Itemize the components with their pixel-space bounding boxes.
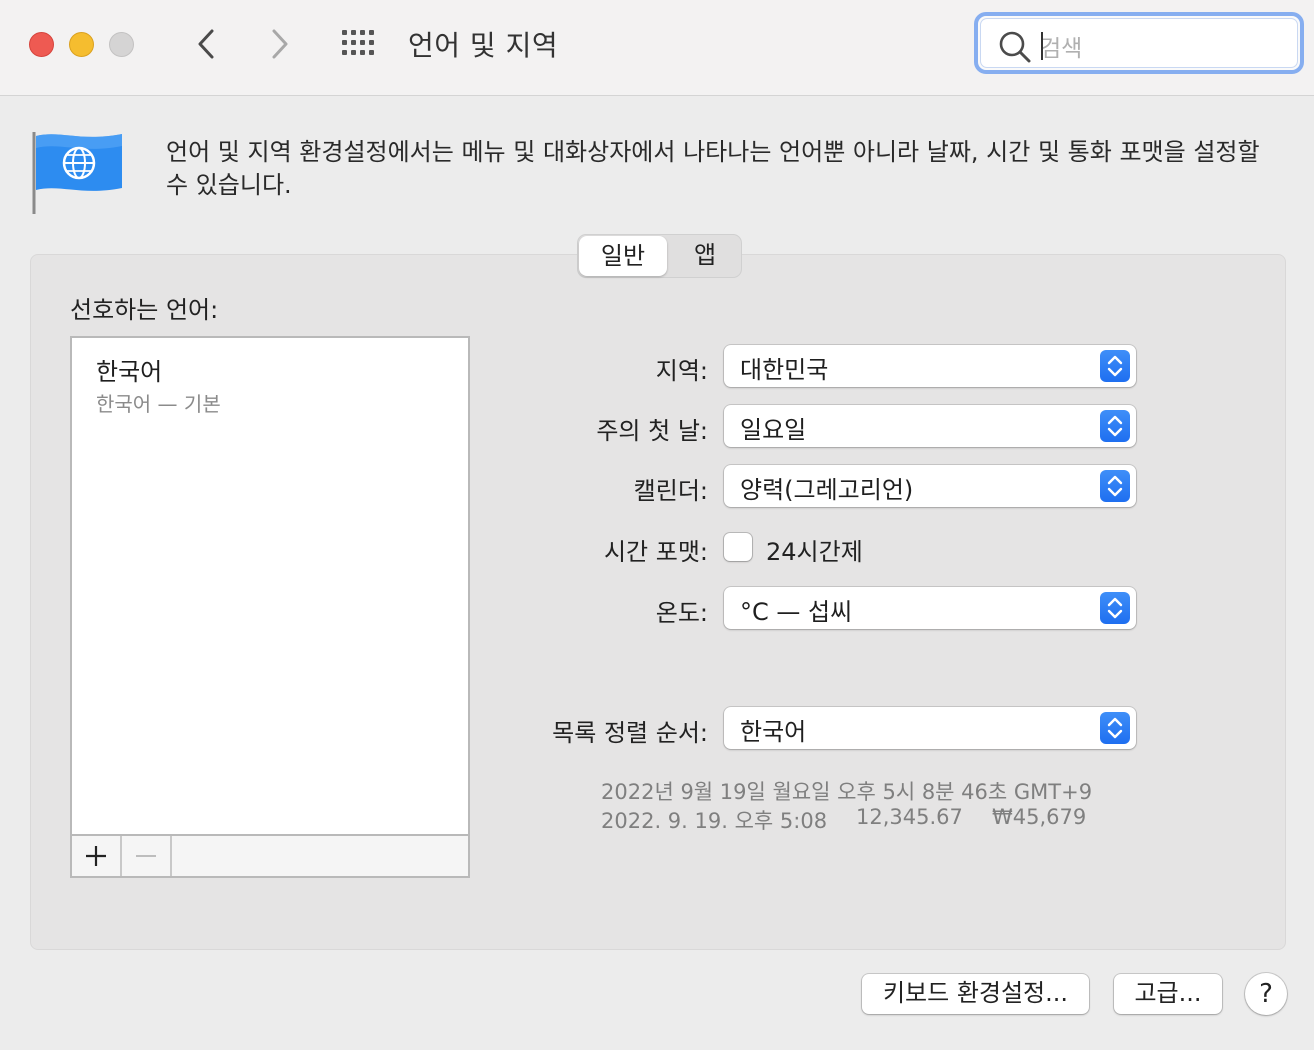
tab-bar: 일반 앱: [577, 234, 742, 278]
region-value: 대한민국: [740, 356, 829, 384]
chevron-left-icon: [198, 29, 214, 59]
forward-button[interactable]: [260, 22, 300, 66]
add-language-button[interactable]: [72, 836, 122, 876]
region-popup[interactable]: 대한민국: [724, 345, 1136, 387]
chevron-right-icon: [272, 29, 288, 59]
sample-short-date: 2022. 9. 19. 오후 5:08: [601, 809, 828, 833]
globe-flag-icon: [32, 132, 122, 214]
language-subtitle: 한국어 — 기본: [96, 392, 221, 416]
help-button[interactable]: ?: [1245, 973, 1287, 1015]
zoom-window-button[interactable]: [109, 32, 134, 57]
first-day-popup[interactable]: 일요일: [724, 405, 1136, 447]
24-hour-checkbox[interactable]: [724, 533, 752, 561]
keyboard-preferences-button[interactable]: 키보드 환경설정...: [862, 974, 1089, 1014]
back-button[interactable]: [186, 22, 226, 66]
text-caret: [1041, 32, 1043, 60]
close-window-button[interactable]: [29, 32, 54, 57]
calendar-value: 양력(그레고리언): [740, 476, 914, 504]
sample-long-date: 2022년 9월 19일 월요일 오후 5시 8분 46초 GMT+9: [601, 780, 1093, 804]
temperature-value: °C — 섭씨: [740, 598, 853, 626]
search-icon: [999, 31, 1031, 63]
calendar-label: 캘린더:: [633, 477, 708, 505]
list-toolbar: [72, 834, 468, 876]
popup-arrows-icon: [1100, 410, 1130, 442]
time-format-label: 시간 포맷:: [603, 538, 708, 566]
list-sort-value: 한국어: [740, 718, 807, 746]
popup-arrows-icon: [1100, 712, 1130, 744]
popup-arrows-icon: [1100, 350, 1130, 382]
preferred-languages-label: 선호하는 언어:: [70, 296, 219, 324]
minimize-window-button[interactable]: [69, 32, 94, 57]
tab-general[interactable]: 일반: [579, 236, 667, 276]
description-text: 언어 및 지역 환경설정에서는 메뉴 및 대화상자에서 나타나는 언어뿐 아니라…: [166, 138, 1260, 199]
plus-icon: [86, 846, 106, 866]
temperature-popup[interactable]: °C — 섭씨: [724, 587, 1136, 629]
first-day-label: 주의 첫 날:: [596, 417, 708, 445]
24-hour-checkbox-label[interactable]: 24시간제: [766, 532, 863, 567]
popup-arrows-icon: [1100, 470, 1130, 502]
calendar-popup[interactable]: 양력(그레고리언): [724, 465, 1136, 507]
remove-language-button[interactable]: [122, 836, 172, 876]
show-all-grid-button[interactable]: [340, 28, 380, 58]
first-day-value: 일요일: [740, 416, 807, 444]
sample-number: 12,345.67: [856, 805, 963, 829]
minus-icon: [136, 855, 156, 857]
list-sort-label: 목록 정렬 순서:: [552, 719, 708, 747]
advanced-button[interactable]: 고급...: [1114, 974, 1222, 1014]
language-name: 한국어: [96, 358, 163, 386]
tab-apps[interactable]: 앱: [668, 235, 742, 277]
region-label: 지역:: [655, 357, 708, 385]
window-title: 언어 및 지역: [408, 29, 559, 62]
preferred-languages-list[interactable]: 한국어 한국어 — 기본: [70, 336, 470, 878]
sample-currency: ₩45,679: [992, 805, 1087, 829]
search-placeholder: 검색: [1040, 36, 1083, 62]
popup-arrows-icon: [1100, 592, 1130, 624]
title-bar: 언어 및 지역 검색: [0, 0, 1314, 96]
search-field[interactable]: 검색: [974, 12, 1304, 74]
temperature-label: 온도:: [655, 599, 708, 627]
list-sort-popup[interactable]: 한국어: [724, 707, 1136, 749]
